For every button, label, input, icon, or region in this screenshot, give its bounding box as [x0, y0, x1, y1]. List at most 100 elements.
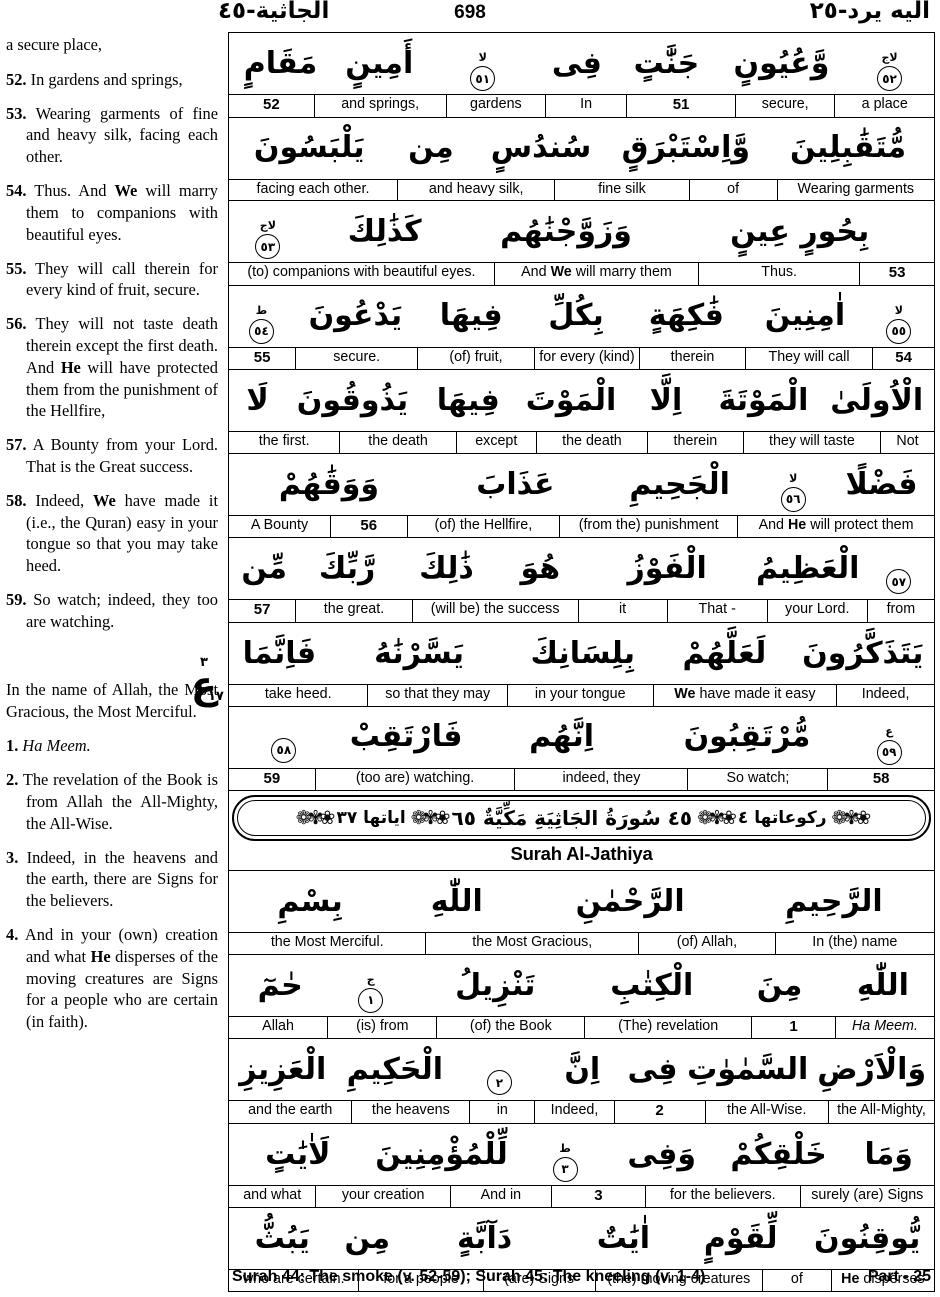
surah-banner-row: ❀✾❁ اياتها ٣٧ ❀✾❁ ٤٥ سُورَةُ الجَاثِيَةِ مَ…: [229, 791, 934, 872]
ayah-number-circle: ٥٤: [248, 318, 274, 344]
ayah-end-marker: ط ٥٤: [231, 289, 292, 344]
word-translation-cell: secure.: [295, 347, 417, 370]
verse-number: 59.: [6, 590, 27, 610]
arabic-word: عَذَابَ: [476, 466, 555, 502]
waqf-sign: لاج: [881, 51, 898, 64]
translation-row: And He will protect them (from the) punis…: [229, 515, 934, 539]
arabic-word: الْكِتٰبِ: [610, 967, 694, 1003]
word-translation-cell: the heavens: [351, 1101, 469, 1123]
word-translation-cell: gardens: [445, 95, 546, 117]
verse-number: 57.: [6, 435, 27, 455]
word-translation-cell: the great.: [295, 600, 412, 622]
arabic-row: ط ٥٤ يَدْعُونَ فِيهَا بِكُلِّ فَٰكِهَةٍ اٰمِنِ…: [229, 286, 934, 348]
ayah-end-marker: لا ٥٥: [866, 289, 932, 344]
arabic-word: ذَٰلِكَ: [419, 551, 474, 587]
word-translation-cell: the death: [339, 432, 456, 453]
word-translation-cell: surely (are) Signs: [799, 1185, 934, 1208]
word-translation-cell: (The) revelation: [584, 1016, 751, 1039]
arabic-row: حٰمٓ ج ١ تَنْزِيلُ الْكِتٰبِ مِنَ اللّٰهِ: [229, 955, 934, 1017]
arabic-word: اِلَّا: [649, 382, 683, 418]
word-translation-cell: Indeed,: [836, 684, 934, 706]
arabic-word: السَّمٰوٰتِ: [687, 1052, 809, 1088]
arabic-word: مِن: [344, 1221, 391, 1257]
banner-ornament-mid-left: ❀✾❁: [697, 806, 737, 829]
arabic-row: مَقَامٍ أَمِينٍ لا ٥١ فِى جَنَّٰتٍ وَّعُيُونٍ ل…: [229, 33, 934, 95]
word-translation-cell: the All-Wise.: [704, 1101, 828, 1123]
verse-text: They will not taste death therein except…: [26, 314, 218, 421]
waqf-sign: لاج: [259, 219, 276, 233]
word-translation-cell: and heavy silk,: [396, 179, 554, 201]
translation-verse: 56. They will not taste death therein ex…: [6, 313, 218, 422]
surah-banner-frame: ❀✾❁ اياتها ٣٧ ❀✾❁ ٤٥ سُورَةُ الجَاثِيَةِ مَ…: [232, 795, 931, 842]
verse-text: And in your (own) creation and what He d…: [24, 925, 218, 1032]
ayah-number-circle: ٢: [486, 1070, 512, 1096]
arabic-word: سُندُسٍ: [490, 130, 592, 166]
translation-row: In (the) name (of) Allah, the Most Graciou…: [229, 933, 934, 955]
hizb-marker: ٣ ع ١٧: [188, 656, 224, 736]
translation-row: 54 They will call therein for every (kind)(…: [229, 347, 934, 371]
arabic-word: لِّقَوْمٍ: [703, 1221, 778, 1257]
ayah-number-cell: 3: [550, 1185, 645, 1208]
arabic-word: فَضْلًا: [845, 466, 918, 502]
verse-text: The revelation of the Book is from Allah…: [22, 770, 218, 833]
arabic-row: مِّن رَّبِّكَ ذَٰلِكَ هُوَ الْفَوْزُ الْعَظِي…: [229, 538, 934, 601]
word-translation-cell: (of) fruit,: [417, 347, 534, 370]
word-translation-cell: and what: [243, 1186, 302, 1203]
word-translation-cell: That -: [666, 600, 767, 622]
translation-row: 53 Thus. And We will marry them (to) compan…: [229, 263, 934, 286]
arabic-word: الْجَحِيمِ: [629, 466, 730, 502]
arabic-word: مِنَ: [756, 967, 803, 1003]
word-translation-cell: of: [688, 179, 777, 201]
verse-number: 53.: [6, 103, 27, 123]
arabic-word: الْعَظِيمُ: [755, 551, 860, 587]
arabic-word: خَلْقِكُمْ: [730, 1136, 827, 1172]
arabic-word: يَلْبَسُونَ: [253, 130, 365, 166]
arabic-word: بِحُورٍ عِينٍ: [730, 213, 870, 249]
word-by-word-table: مَقَامٍ أَمِينٍ لا ٥١ فِى جَنَّٰتٍ وَّعُيُونٍ ل…: [228, 32, 935, 1293]
arabic-row: وَوَقَٰهُمْ عَذَابَ الْجَحِيمِ لا ٥٦ فَضْلًا: [229, 454, 934, 516]
translation-verse: 53. Wearing garments of fine and heavy s…: [6, 103, 218, 168]
translation-row: a place secure, 51 In gardens and springs, 52: [229, 95, 934, 118]
word-translation-cell: So watch;: [687, 768, 827, 791]
arabic-word: مَقَامٍ: [243, 45, 318, 81]
ayah-number-circle: ٥١: [470, 66, 496, 91]
arabic-row: الْعَزِيزِ الْحَكِيمِ ٢ اِنَّ فِى السَّمٰوٰتِ…: [229, 1039, 934, 1102]
arabic-word: اللّٰهِ: [430, 883, 483, 919]
ayah-end-marker: لا ٥٦: [755, 457, 831, 512]
header-juz-arabic: اليه يرد-٢٥: [809, 0, 931, 24]
verse-number: 4.: [6, 925, 19, 944]
word-translation-cell: And in: [449, 1185, 551, 1208]
page-header: الجاثية-٤٥ 698 اليه يرد-٢٥: [0, 0, 940, 30]
arabic-word: فِى: [627, 1052, 678, 1088]
translation-row: 58 So watch; indeed, they (too are) watchin…: [229, 768, 934, 792]
ayah-number-cell: 58: [827, 768, 934, 791]
word-translation-cell: (will be) the success: [411, 600, 578, 622]
word-translation-cell: In (the) name: [774, 933, 934, 954]
arabic-word: أَمِينٍ: [345, 45, 414, 81]
translation-verse: 54. Thus. And We will marry them to comp…: [6, 180, 218, 245]
word-translation-cell: Indeed,: [534, 1101, 613, 1123]
ayah-end-marker: لاج ٥٢: [847, 36, 932, 91]
translation-verse: a secure place,: [6, 34, 218, 56]
waqf-sign: ج: [366, 972, 375, 986]
ayah-number-cell: 52: [263, 96, 280, 113]
verse-text: Thus. And We will marry them to companio…: [26, 181, 218, 244]
arabic-word: الْحَكِيمِ: [346, 1052, 444, 1088]
verse-number: 3.: [6, 847, 19, 867]
translation-row: surely (are) Signs for the believers. 3 And…: [229, 1185, 934, 1209]
banner-ornament-left: ❀✾❁: [831, 806, 872, 829]
word-translation-cell: the All-Mighty,: [827, 1101, 934, 1123]
quran-page: الجاثية-٤٥ 698 اليه يرد-٢٥ a secure plac…: [0, 0, 940, 1297]
surah-ayah-count: اياتها ٣٧: [336, 807, 406, 828]
translation-verse: 52. In gardens and springs,: [6, 69, 218, 91]
banner-ornament-mid-right: ❀✾❁: [410, 806, 451, 829]
ayah-number-circle: ٥٦: [780, 486, 806, 512]
ayah-number-circle: ٥٢: [877, 66, 903, 91]
arabic-word: فِيهَا: [439, 298, 503, 334]
word-translation-cell: secure,: [734, 95, 835, 117]
ayah-number-cell: 2: [613, 1101, 705, 1123]
arabic-word: مُّرْتَقِبُونَ: [683, 719, 811, 755]
arabic-word: وَالْاَرْضِ: [817, 1052, 927, 1088]
arabic-word: الرَّحْمٰنِ: [575, 883, 685, 919]
ayah-marker-wrap: لا ٥١: [470, 52, 496, 91]
